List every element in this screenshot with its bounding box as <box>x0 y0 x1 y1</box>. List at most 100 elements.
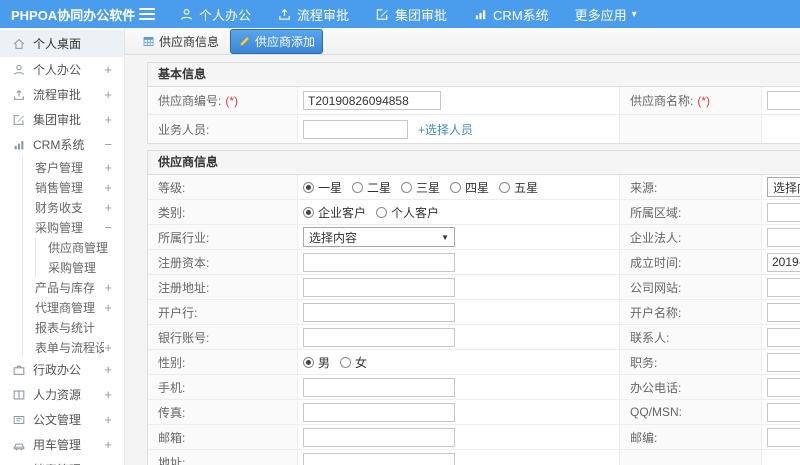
expand-icon[interactable]: + <box>104 62 114 77</box>
registered-capital-field <box>298 250 620 274</box>
supplier-name-input[interactable] <box>767 91 800 110</box>
level-radio-1[interactable]: 一星 <box>303 179 342 196</box>
fax-label: 传真: <box>148 400 298 424</box>
office-phone-input[interactable] <box>767 377 800 397</box>
topnav-item-5[interactable]: 更多应用 ▾ <box>575 5 637 24</box>
expand-icon[interactable]: + <box>104 362 114 377</box>
address-input[interactable] <box>303 453 455 465</box>
qq-msn-input[interactable] <box>767 402 800 422</box>
gender-radio-2[interactable]: 女 <box>340 354 367 371</box>
collapse-icon[interactable]: − <box>104 137 114 152</box>
level-radio-2[interactable]: 二星 <box>352 179 391 196</box>
field-label: 注册地址: <box>158 280 210 295</box>
main-area: 供应商信息供应商添加 基本信息供应商编号:(*)供应商名称:(*)业务人员:+选… <box>125 28 800 465</box>
gender-radio-1[interactable]: 男 <box>303 354 330 371</box>
sidebar-item[interactable]: 个人办公 + <box>0 57 124 82</box>
radio-icon <box>303 206 314 218</box>
sidebar-item[interactable]: 产品与库存 + <box>23 277 124 297</box>
home-icon <box>12 37 26 51</box>
founding-time-input[interactable] <box>767 252 800 272</box>
collapse-icon[interactable]: − <box>104 220 114 235</box>
sidebar-item[interactable]: 代理商管理 + <box>23 297 124 317</box>
sidebar-item[interactable]: 公文管理 + <box>0 407 124 432</box>
expand-icon[interactable]: + <box>104 112 114 127</box>
account-name-input[interactable] <box>767 302 800 322</box>
company-website-input[interactable] <box>767 277 800 297</box>
zipcode-input[interactable] <box>767 427 800 447</box>
sidebar-item-label: CRM系统 <box>33 138 85 152</box>
sidebar-item[interactable]: 流程审批 + <box>0 82 124 107</box>
sidebar: 个人桌面 个人办公 + 流程审批 + 集团审批 + CRM系统 − 客户管理 + 销售管理 + 财务收支 +… <box>0 28 125 465</box>
category-radio-1[interactable]: 企业客户 <box>303 204 366 221</box>
expand-icon[interactable]: + <box>104 87 114 102</box>
industry-select[interactable]: 选择内容 ▼ <box>303 227 455 247</box>
hamburger-icon[interactable] <box>139 8 155 20</box>
sidebar-item-label: 财务收支 <box>35 200 84 215</box>
mobile-input[interactable] <box>303 377 455 397</box>
sidebar-item[interactable]: 用车管理 + <box>0 432 124 457</box>
sidebar-item[interactable]: 采购管理 − <box>23 217 124 237</box>
expand-icon[interactable]: + <box>104 160 114 175</box>
sidebar-item[interactable]: 集团审批 + <box>0 107 124 132</box>
fax-input[interactable] <box>303 402 455 422</box>
level-radio-3[interactable]: 三星 <box>401 179 440 196</box>
sidebar-item[interactable]: 销售管理 + <box>23 177 124 197</box>
supplier-code-input[interactable] <box>303 91 441 110</box>
app-logo: PHPOA协同办公软件 <box>11 7 136 23</box>
legal-person-input[interactable] <box>767 227 800 247</box>
supplier-name-field <box>762 87 800 114</box>
expand-icon[interactable]: + <box>104 280 114 295</box>
sidebar-item[interactable]: 档案管理+ <box>0 457 124 465</box>
expand-icon[interactable]: + <box>104 300 114 315</box>
select-person-link[interactable]: +选择人员 <box>418 121 473 138</box>
radio-icon <box>401 181 413 193</box>
expand-icon[interactable]: + <box>104 437 114 452</box>
expand-icon[interactable]: + <box>104 180 114 195</box>
topnav-item-4[interactable]: CRM系统 <box>473 5 549 24</box>
topnav-item-2[interactable]: 流程审批 <box>277 5 349 24</box>
form-row: 传真: QQ/MSN: <box>148 400 800 425</box>
topnav-item-1[interactable]: 个人办公 <box>179 5 251 24</box>
sidebar-item[interactable]: CRM系统 − <box>0 132 124 157</box>
qq-msn-field <box>762 400 800 424</box>
contact-person-input[interactable] <box>767 327 800 347</box>
sidebar-item[interactable]: 客户管理 + <box>23 157 124 177</box>
registered-capital-input[interactable] <box>303 252 455 272</box>
level-radio-5[interactable]: 五星 <box>499 179 538 196</box>
region-input[interactable] <box>767 202 800 222</box>
level-radio-4[interactable]: 四星 <box>450 179 489 196</box>
email-input[interactable] <box>303 427 455 447</box>
sidebar-item[interactable]: 财务收支 + <box>23 197 124 217</box>
form-row: 等级: 一星 二星 三星 四星 五星 来源: 选择内容▼ <box>148 175 800 200</box>
sidebar-item[interactable]: 人力资源 + <box>0 382 124 407</box>
content: 基本信息供应商编号:(*)供应商名称:(*)业务人员:+选择人员供应商信息等级:… <box>125 55 800 465</box>
sidebar-item[interactable]: 表单与流程设置+ <box>23 337 124 357</box>
position-input[interactable] <box>767 352 800 372</box>
category-radio-2[interactable]: 个人客户 <box>376 204 439 221</box>
expand-icon[interactable]: + <box>104 412 114 427</box>
expand-icon[interactable]: + <box>104 340 114 355</box>
expand-icon[interactable]: + <box>104 387 114 402</box>
tab-2[interactable]: 供应商添加 <box>230 28 324 54</box>
registered-address-input[interactable] <box>303 277 455 297</box>
region-field <box>762 200 800 224</box>
field-label: 企业法人: <box>630 230 682 245</box>
sidebar-item[interactable]: 供应商管理 <box>36 237 124 257</box>
level-label: 等级: <box>148 175 298 199</box>
office-phone-label: 办公电话: <box>620 375 762 399</box>
sidebar-item[interactable]: 行政办公 + <box>0 357 124 382</box>
source-select[interactable]: 选择内容▼ <box>767 177 800 197</box>
bank-account-input[interactable] <box>303 327 455 347</box>
tab-1[interactable]: 供应商信息 <box>135 30 226 53</box>
sidebar-submenu: 供应商管理 采购管理 <box>35 237 124 277</box>
business-person-input[interactable] <box>303 119 408 139</box>
topnav-item-3[interactable]: 集团审批 <box>375 5 447 24</box>
sidebar-item[interactable]: 采购管理 <box>36 257 124 277</box>
sidebar-item[interactable]: 报表与统计 <box>23 317 124 337</box>
source-field: 选择内容▼ <box>762 175 800 199</box>
sidebar-item[interactable]: 个人桌面 <box>0 30 124 57</box>
bank-input[interactable] <box>303 302 455 322</box>
section-title: 供应商信息 <box>148 151 800 175</box>
field-label: 职务: <box>630 355 658 370</box>
expand-icon[interactable]: + <box>104 200 114 215</box>
